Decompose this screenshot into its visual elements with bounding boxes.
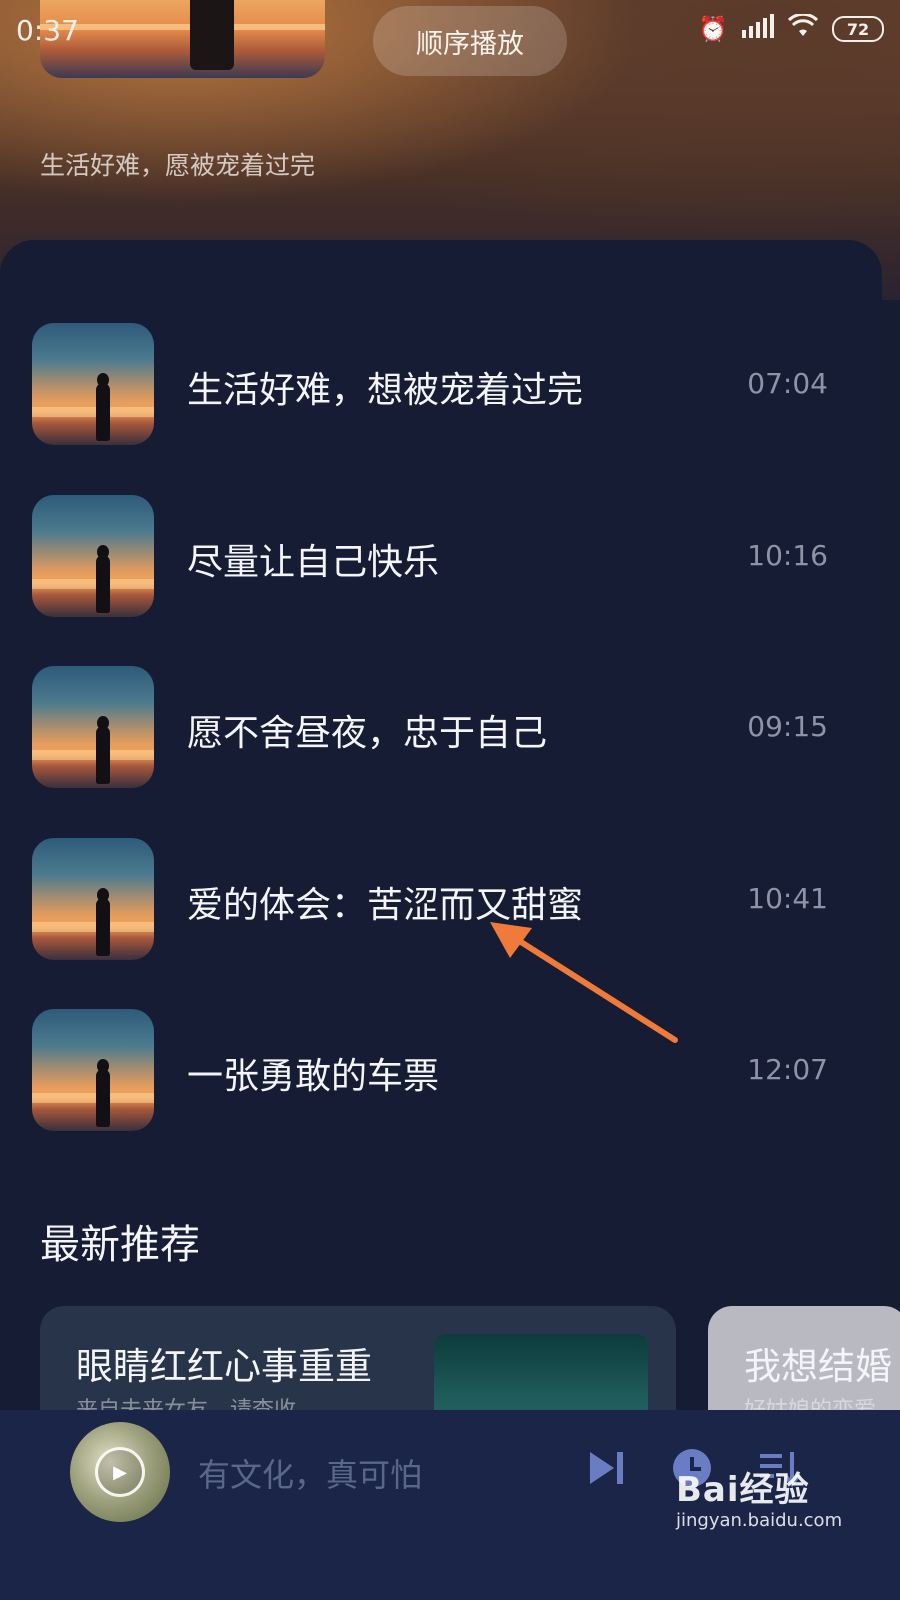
track-row[interactable]: 生活好难，想被宠着过完 07:04 bbox=[0, 323, 882, 447]
track-duration: 07:04 bbox=[747, 367, 828, 400]
track-duration: 12:07 bbox=[747, 1053, 828, 1086]
track-thumbnail bbox=[32, 666, 154, 788]
recommend-card-title: 眼睛红红心事重重 bbox=[76, 1345, 372, 1388]
track-thumbnail bbox=[32, 838, 154, 960]
track-title: 一张勇敢的车票 bbox=[187, 1056, 440, 1097]
section-title: 最新推荐 bbox=[40, 1222, 200, 1268]
alarm-icon: ⏰ bbox=[698, 15, 728, 43]
status-icons: ⏰ 72 bbox=[698, 12, 884, 44]
wifi-icon bbox=[787, 12, 819, 44]
cover-horizon bbox=[40, 24, 325, 30]
album-cover[interactable] bbox=[40, 0, 325, 78]
signal-icon bbox=[742, 14, 774, 44]
track-row[interactable]: 爱的体会：苦涩而又甜蜜 10:41 bbox=[0, 838, 882, 962]
track-thumbnail bbox=[32, 495, 154, 617]
track-row[interactable]: 一张勇敢的车票 12:07 bbox=[0, 1009, 882, 1133]
cover-silhouette bbox=[190, 0, 234, 70]
annotation-arrow bbox=[490, 922, 678, 1043]
track-row[interactable]: 愿不舍昼夜，忠于自己 09:15 bbox=[0, 666, 882, 790]
recommend-card-title: 我想结婚 bbox=[744, 1345, 892, 1388]
next-track-icon[interactable] bbox=[584, 1446, 628, 1490]
status-time: 0:37 bbox=[16, 14, 79, 47]
baidu-watermark-url: jingyan.baidu.com bbox=[676, 1510, 843, 1531]
track-thumbnail bbox=[32, 323, 154, 445]
track-title: 尽量让自己快乐 bbox=[187, 542, 440, 583]
track-title: 生活好难，想被宠着过完 bbox=[187, 370, 584, 411]
track-duration: 10:41 bbox=[747, 882, 828, 915]
album-subtitle: 生活好难，愿被宠着过完 bbox=[40, 151, 316, 180]
track-duration: 10:16 bbox=[747, 539, 828, 572]
play-icon[interactable]: ▶ bbox=[95, 1447, 145, 1497]
track-duration: 09:15 bbox=[747, 710, 828, 743]
now-playing-disc[interactable]: ▶ bbox=[70, 1422, 170, 1522]
battery-icon: 72 bbox=[832, 16, 884, 42]
track-row[interactable]: 尽量让自己快乐 10:16 bbox=[0, 495, 882, 619]
baidu-watermark: Bai经验 bbox=[676, 1470, 810, 1510]
track-thumbnail bbox=[32, 1009, 154, 1131]
play-mode-button[interactable]: 顺序播放 bbox=[373, 6, 567, 76]
track-title: 愿不舍昼夜，忠于自己 bbox=[187, 713, 548, 754]
now-playing-title: 有文化，真可怕 bbox=[198, 1456, 423, 1494]
